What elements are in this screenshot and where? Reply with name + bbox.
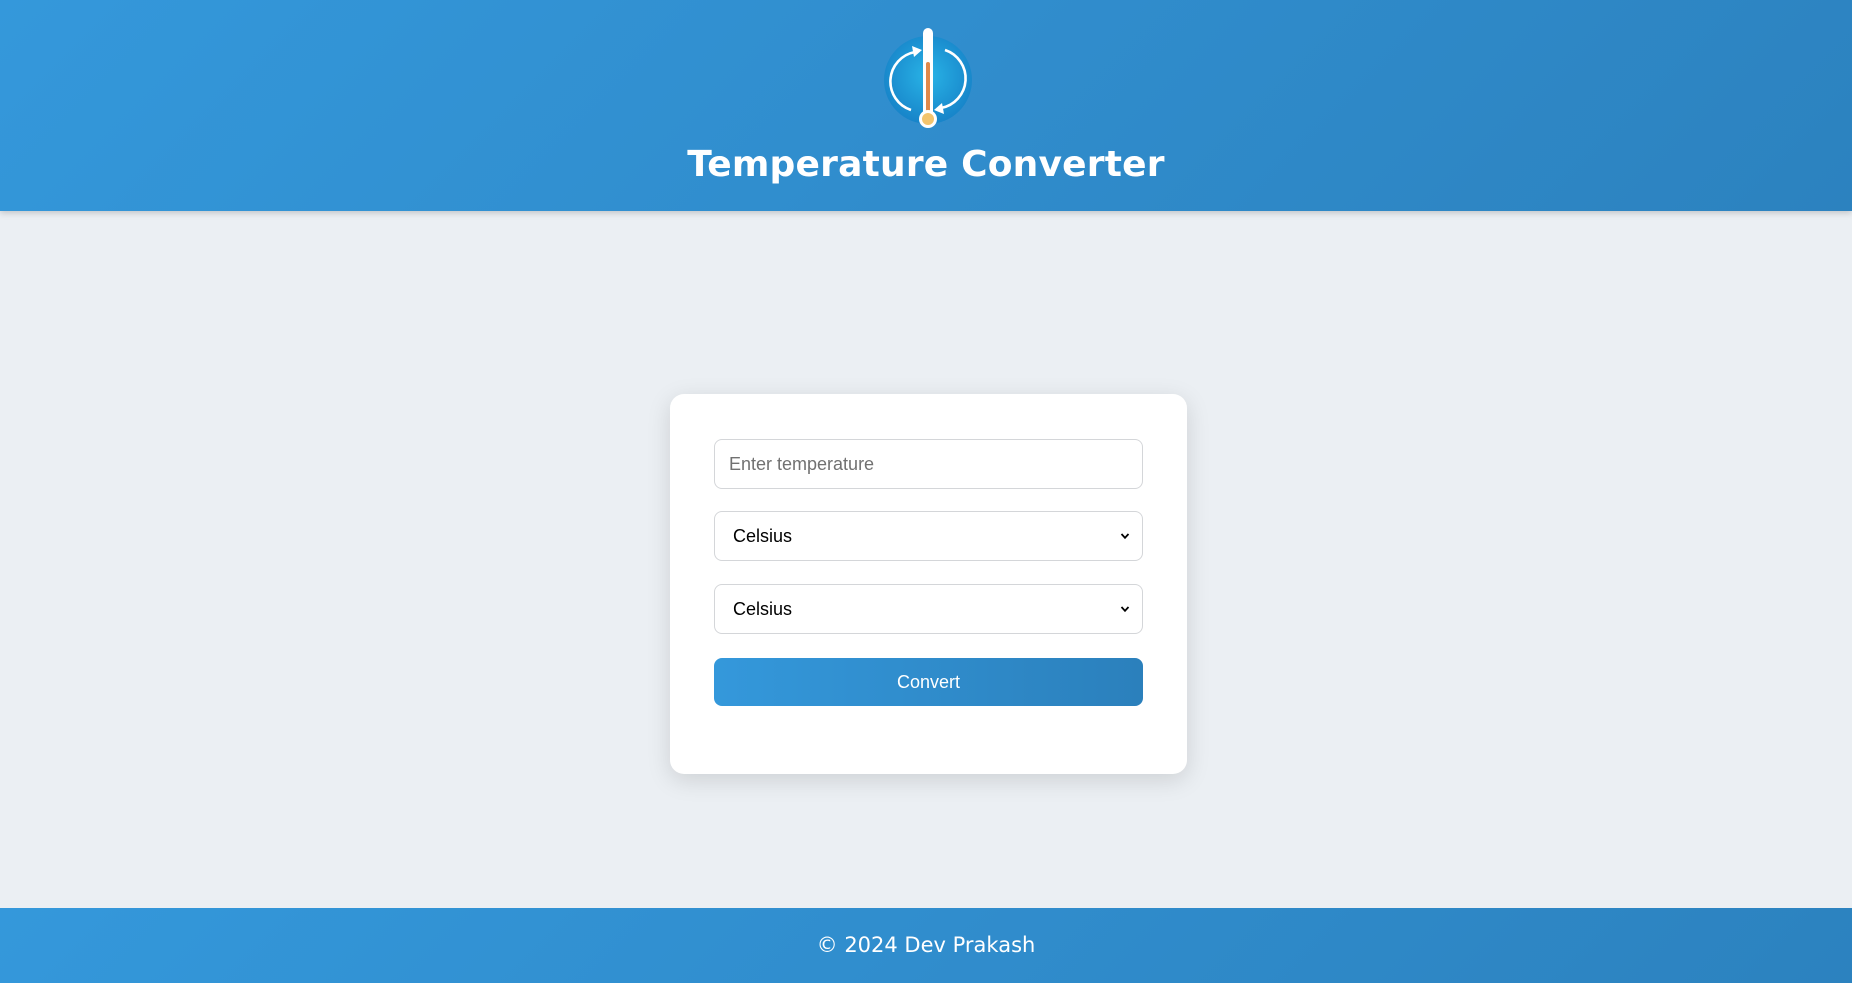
page-title: Temperature Converter: [687, 144, 1165, 185]
to-unit-value: Celsius: [733, 598, 793, 619]
to-unit-select[interactable]: Celsius: [714, 584, 1143, 634]
convert-button[interactable]: Convert: [714, 658, 1143, 706]
chevron-down-icon: [1120, 606, 1130, 613]
app-header: Temperature Converter: [0, 0, 1852, 211]
thermometer-convert-icon: [884, 28, 972, 128]
copyright-text: © 2024 Dev Prakash: [816, 933, 1036, 957]
app-footer: © 2024 Dev Prakash: [0, 908, 1852, 983]
converter-card: Celsius Celsius Convert: [670, 394, 1187, 774]
from-unit-select[interactable]: Celsius: [714, 511, 1143, 561]
temperature-input[interactable]: [714, 439, 1143, 489]
from-unit-value: Celsius: [733, 525, 793, 546]
chevron-down-icon: [1120, 533, 1130, 540]
